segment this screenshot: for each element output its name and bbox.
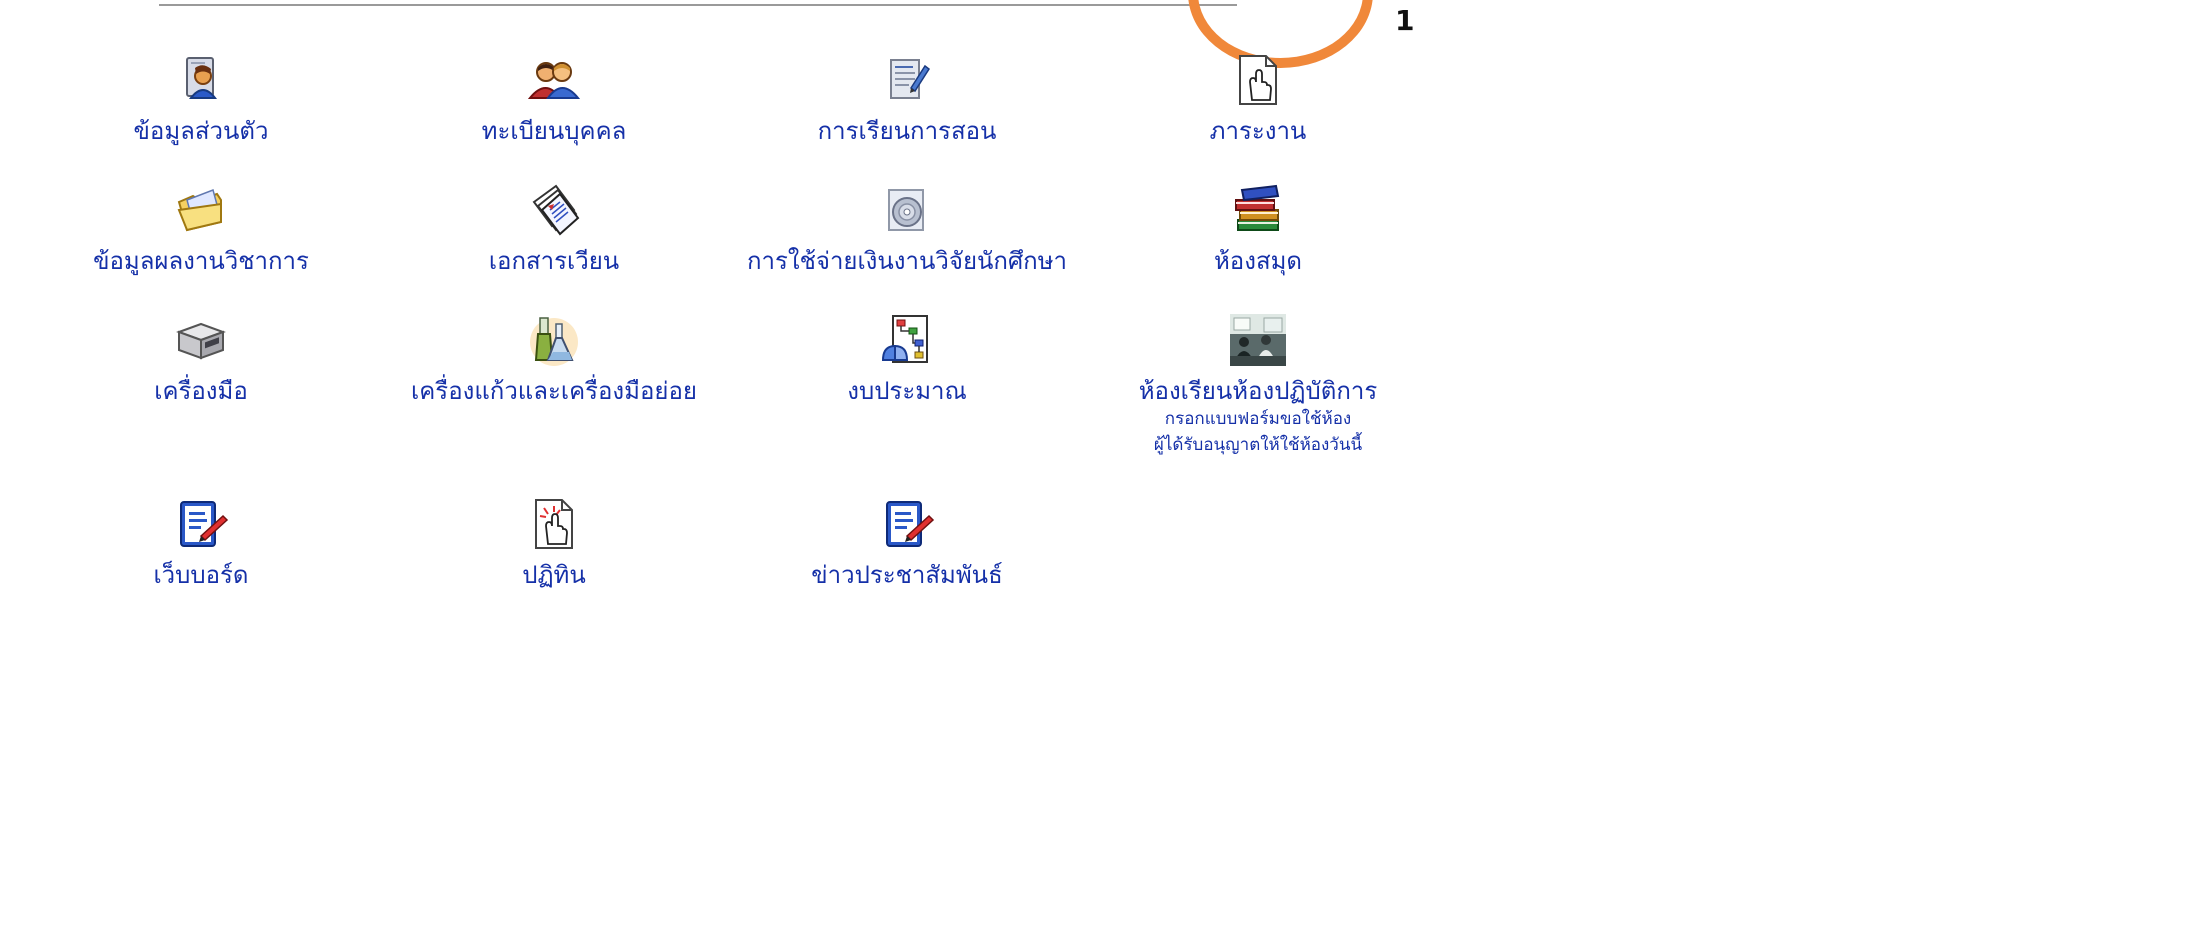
menu-item-calendar[interactable]: ปฏิทิน <box>384 496 724 590</box>
menu-label: การเรียนการสอน <box>817 117 997 145</box>
menu-item-library[interactable]: ห้องสมุด <box>1088 182 1428 276</box>
books-icon <box>1235 184 1280 231</box>
device-box-icon <box>176 322 226 360</box>
menu-label: การใช้จ่ายเงินงานวิจัยนักศึกษา <box>746 247 1068 275</box>
document-edit-icon <box>890 59 931 99</box>
room-request-form-link[interactable]: กรอกแบบฟอร์มขอใช้ห้อง <box>1165 406 1351 432</box>
users-icon <box>527 62 581 99</box>
menu-item-personnel-registry[interactable]: ทะเบียนบุคคล <box>384 52 724 146</box>
menu-item-circular-documents[interactable]: เอกสารเวียน <box>384 182 724 276</box>
menu-item-teaching[interactable]: การเรียนการสอน <box>737 52 1077 146</box>
stacked-papers-icon <box>532 184 580 236</box>
annotation-number: 1 <box>1395 4 1415 37</box>
menu-item-student-research-spending[interactable]: การใช้จ่ายเงินงานวิจัยนักศึกษา <box>737 182 1077 276</box>
menu-label: งบประมาณ <box>847 377 967 405</box>
menu-label: ข้อมูลผลงานวิชาการ <box>93 247 309 275</box>
menu-item-academic-works[interactable]: ข้อมูลผลงานวิชาการ <box>31 182 371 276</box>
menu-label: ปฏิทิน <box>522 561 586 589</box>
menu-label: ข่าวประชาสัมพันธ์ <box>811 561 1003 589</box>
menu-label: ห้องเรียนห้องปฏิบัติการ <box>1138 377 1378 405</box>
menu-label: เอกสารเวียน <box>488 247 620 275</box>
menu-item-budget[interactable]: งบประมาณ <box>737 312 1077 406</box>
disc-icon <box>888 189 924 231</box>
menu-item-workload[interactable]: ภาระงาน <box>1088 52 1428 146</box>
menu-item-instruments[interactable]: เครื่องมือ <box>31 312 371 406</box>
menu-item-classrooms-and-labs[interactable]: ห้องเรียนห้องปฏิบัติการ กรอกแบบฟอร์มขอใช… <box>1088 312 1428 458</box>
menu-label: ภาระงาน <box>1209 117 1307 145</box>
menu-item-public-relations-news[interactable]: ข่าวประชาสัมพันธ์ <box>737 496 1077 590</box>
approved-room-users-today-link[interactable]: ผู้ได้รับอนุญาตให้ใช้ห้องวันนี้ <box>1154 432 1362 458</box>
open-folder-icon <box>177 189 222 232</box>
notepad-pen-icon <box>886 501 935 547</box>
glassware-icon <box>530 317 578 366</box>
menu-item-glassware-and-small-tools[interactable]: เครื่องแก้วและเครื่องมือย่อย <box>384 312 724 406</box>
menu-item-webboard[interactable]: เว็บบอร์ด <box>31 496 371 590</box>
click-document-icon <box>535 499 573 549</box>
menu-label: ข้อมูลส่วนตัว <box>133 117 269 145</box>
person-card-icon <box>186 57 218 99</box>
menu-label: เครื่องแก้วและเครื่องมือย่อย <box>411 377 697 405</box>
classroom-photo-icon <box>1230 314 1286 366</box>
notepad-pen-icon <box>180 501 229 547</box>
menu-label: เครื่องมือ <box>154 377 248 405</box>
menu-label: ทะเบียนบุคคล <box>481 117 627 145</box>
menu-label: ห้องสมุด <box>1213 247 1302 275</box>
top-divider <box>159 4 1237 6</box>
flowchart-icon <box>881 315 928 363</box>
menu-label: เว็บบอร์ด <box>153 561 249 589</box>
hand-document-icon <box>1239 55 1277 105</box>
menu-item-personal-info[interactable]: ข้อมูลส่วนตัว <box>31 52 371 146</box>
